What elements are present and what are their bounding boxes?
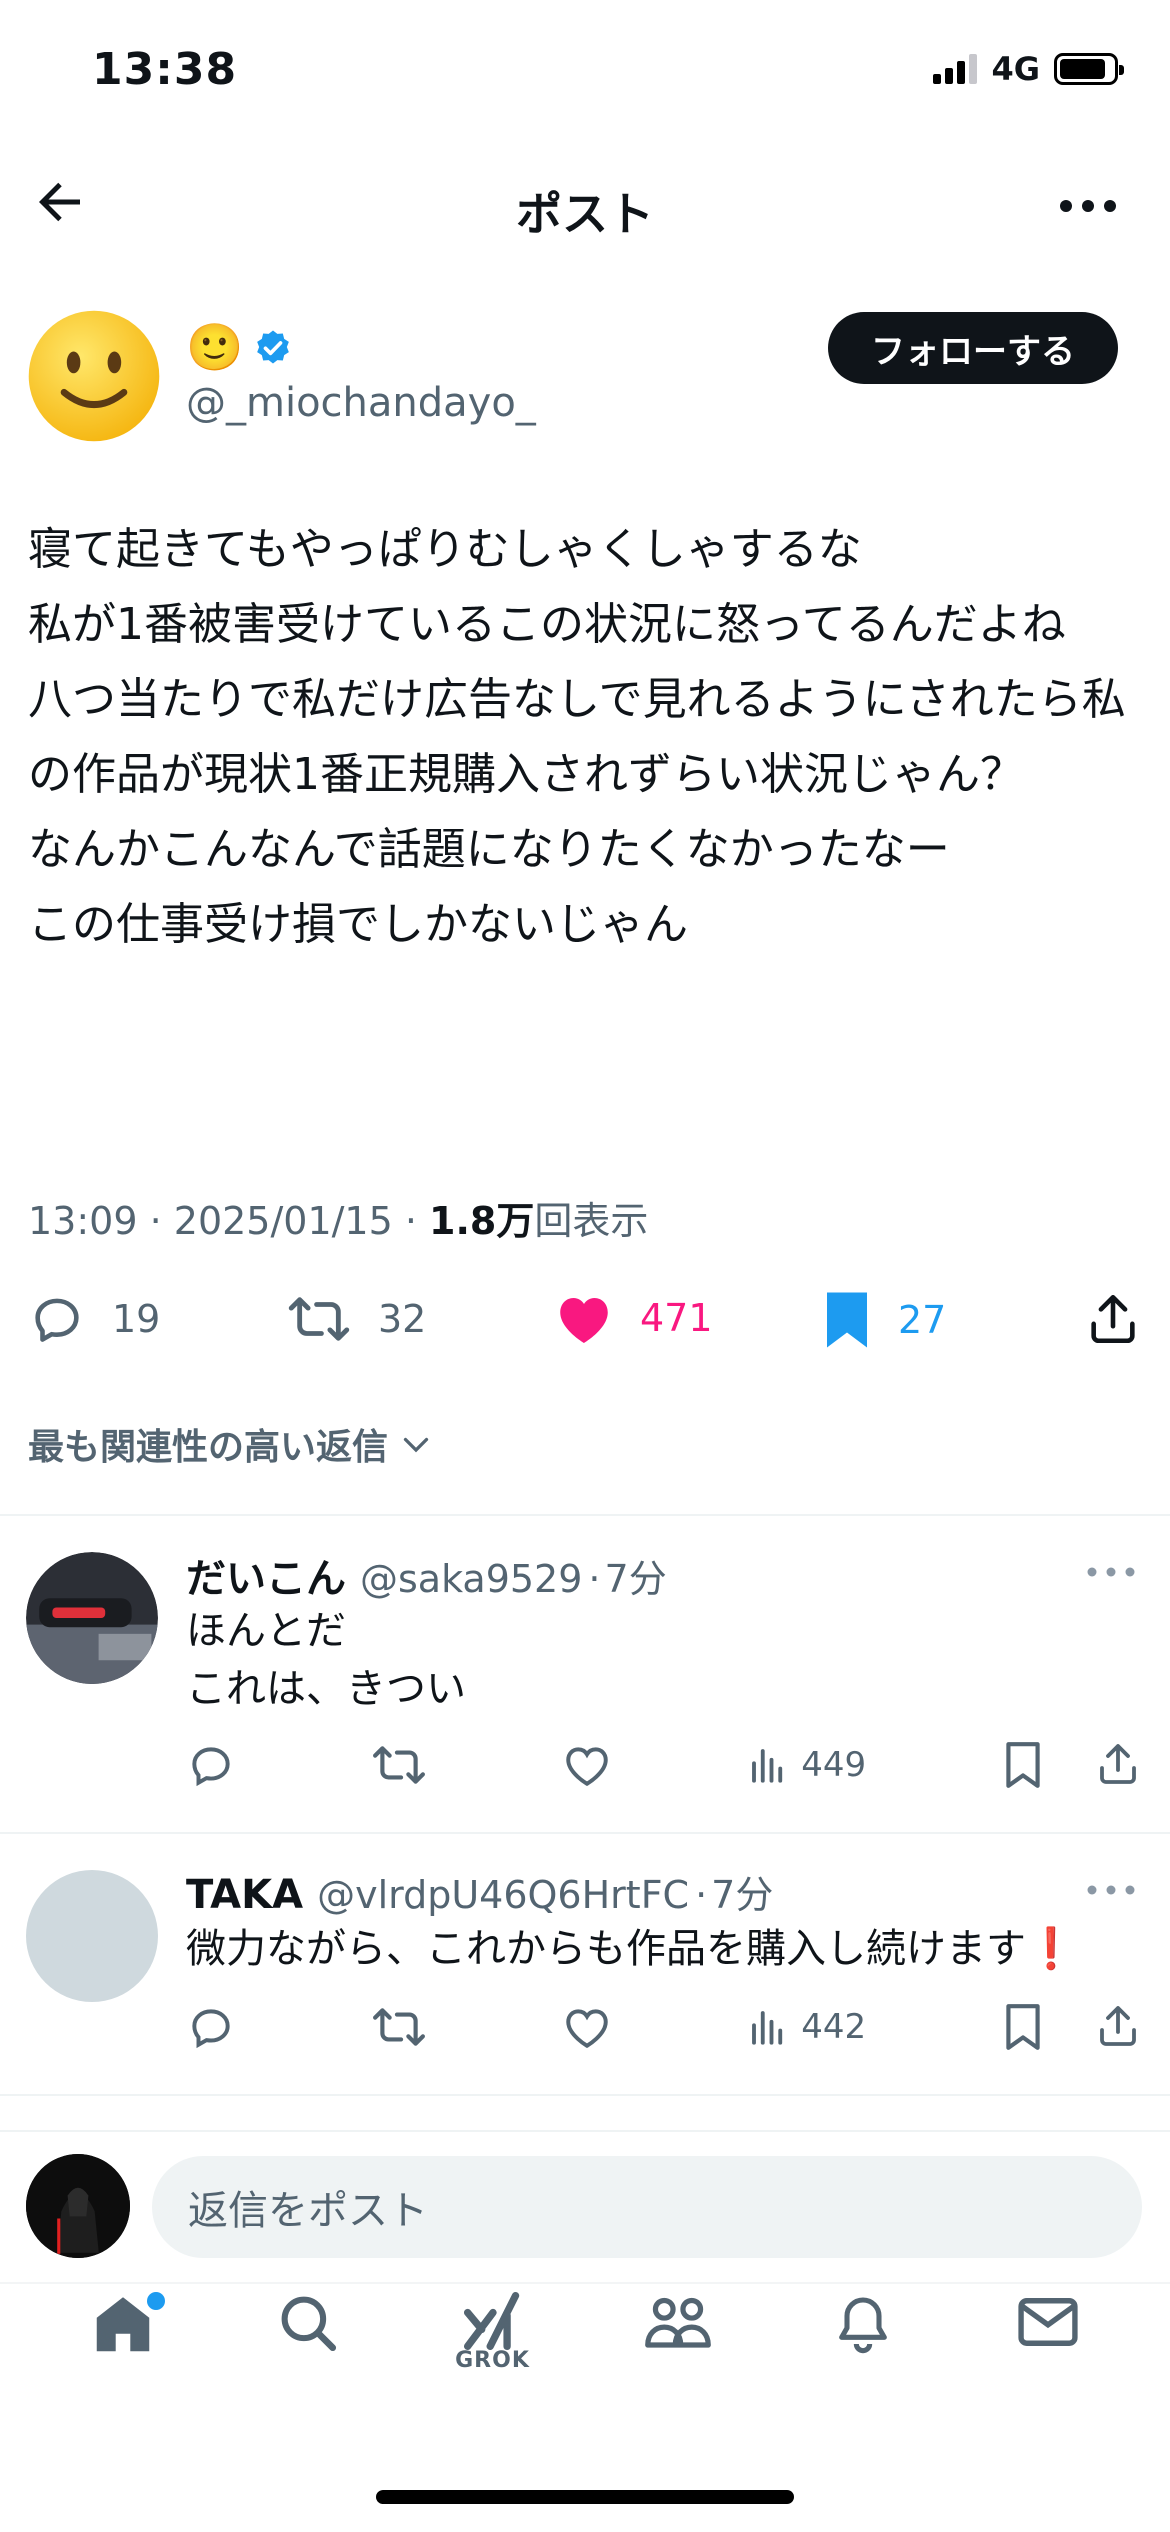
reply-icon[interactable] <box>186 1740 236 1790</box>
tab-search[interactable] <box>248 2290 368 2400</box>
repost-count: 32 <box>378 1297 427 1341</box>
bookmark-icon[interactable] <box>1002 2002 1044 2052</box>
analytics-icon <box>752 1749 783 1783</box>
analytics-icon <box>752 2011 783 2045</box>
view-count: 449 <box>801 1745 867 1785</box>
verified-badge-icon <box>257 330 290 363</box>
divider <box>0 1832 1170 1834</box>
views-action[interactable]: 442 <box>747 2006 866 2048</box>
search-icon <box>281 2296 336 2352</box>
repost-icon[interactable] <box>372 1740 426 1790</box>
view-count: 1.8万 <box>429 1199 535 1243</box>
notification-dot <box>146 2292 165 2310</box>
reply-separator: · <box>695 1873 708 1917</box>
reply-text: 微力ながら、これからも作品を購入し続けます❗️ <box>186 1926 1076 1972</box>
like-action[interactable]: 471 <box>554 1290 713 1346</box>
home-indicator <box>376 2490 794 2504</box>
messages-icon <box>1017 2298 1078 2346</box>
page-title: ポスト <box>516 187 654 241</box>
repost-action[interactable]: 32 <box>286 1290 426 1348</box>
author-handle[interactable]: @_miochandayo_ <box>186 380 536 426</box>
view-count: 442 <box>801 2007 867 2047</box>
grok-label: GROK <box>455 2348 530 2373</box>
heart-icon[interactable] <box>562 1741 612 1789</box>
sort-replies-dropdown[interactable]: 最も関連性の高い返信 <box>28 1418 434 1470</box>
repost-icon <box>288 1297 350 1341</box>
reply-more-icon[interactable] <box>1086 1564 1136 1580</box>
status-indicators: 4G <box>933 50 1124 88</box>
reply-text: ほんとだ これは、きつい <box>186 1608 466 1712</box>
reply-avatar[interactable] <box>26 1870 158 2002</box>
reply-action[interactable]: 19 <box>28 1290 160 1348</box>
author-avatar[interactable] <box>26 308 162 444</box>
post-date: 2025/01/15 <box>173 1199 393 1243</box>
network-label: 4G <box>991 50 1040 88</box>
reply-handle[interactable]: @saka9529 <box>360 1557 582 1601</box>
author-display-name: 🙂 <box>186 320 244 374</box>
reply-name[interactable]: TAKA <box>186 1872 303 1918</box>
heart-filled-icon <box>560 1298 608 1343</box>
reply-name[interactable]: だいこん <box>186 1546 346 1604</box>
share-icon[interactable] <box>1094 1740 1142 1788</box>
battery-icon <box>1054 53 1124 85</box>
reply-compose-input[interactable]: 返信をポスト <box>152 2156 1142 2258</box>
tab-grok[interactable]: GROK <box>433 2290 553 2400</box>
tab-messages[interactable] <box>988 2290 1108 2400</box>
view-suffix: 回表示 <box>534 1199 649 1243</box>
more-options-icon[interactable] <box>1058 196 1118 216</box>
bookmark-count: 27 <box>898 1298 947 1342</box>
reply-more-icon[interactable] <box>1086 1882 1136 1898</box>
reply-icon <box>35 1298 79 1342</box>
chevron-down-icon <box>403 1437 429 1453</box>
repost-icon[interactable] <box>372 2002 426 2052</box>
reply-actions: 449 <box>186 1740 1142 1790</box>
post-meta: 13:09 · 2025/01/15 · 1.8万回表示 <box>28 1199 649 1243</box>
notifications-icon <box>838 2297 887 2354</box>
divider <box>0 2130 1170 2132</box>
divider <box>0 2094 1170 2096</box>
share-icon[interactable] <box>1084 1290 1142 1348</box>
bookmark-action[interactable]: 27 <box>822 1290 946 1350</box>
reply-count: 19 <box>112 1297 161 1341</box>
reply-header: TAKA @vlrdpU46Q6HrtFC · 7分 <box>186 1864 773 1919</box>
post-body: 寝て起きてもやっぱりむしゃくしゃするな 私が1番被害受けているこの状況に怒ってる… <box>28 524 1126 950</box>
signal-icon <box>933 54 978 84</box>
share-icon[interactable] <box>1094 2002 1142 2050</box>
reply-actions: 442 <box>186 2002 1142 2052</box>
bookmark-filled-icon <box>827 1292 867 1348</box>
bottom-tab-bar: GROK <box>0 2290 1170 2430</box>
reply-avatar[interactable] <box>26 1552 158 1684</box>
communities-icon <box>644 2297 711 2348</box>
tab-communities[interactable] <box>618 2290 738 2400</box>
divider <box>0 1514 1170 1516</box>
tab-home[interactable] <box>63 2290 183 2400</box>
reply-time: 7分 <box>604 1557 667 1601</box>
reply-separator: · <box>588 1557 601 1601</box>
reply-icon[interactable] <box>186 2002 236 2052</box>
follow-button[interactable]: フォローする <box>828 312 1118 384</box>
status-time: 13:38 <box>92 44 238 95</box>
tab-notifications[interactable] <box>803 2290 923 2400</box>
reply-time: 7分 <box>711 1873 774 1917</box>
my-avatar[interactable] <box>26 2154 130 2258</box>
sort-label: 最も関連性の高い返信 <box>28 1427 389 1468</box>
heart-icon[interactable] <box>562 2003 612 2051</box>
divider <box>0 2282 1170 2284</box>
author-name-row: 🙂 <box>186 320 293 375</box>
post-time: 13:09 <box>28 1199 138 1243</box>
bookmark-icon[interactable] <box>1002 1740 1044 1790</box>
views-action[interactable]: 449 <box>747 1744 866 1786</box>
like-count: 471 <box>640 1296 713 1340</box>
reply-handle[interactable]: @vlrdpU46Q6HrtFC <box>317 1873 689 1917</box>
reply-header: だいこん @saka9529 · 7分 <box>186 1546 667 1604</box>
grok-icon <box>463 2291 519 2351</box>
